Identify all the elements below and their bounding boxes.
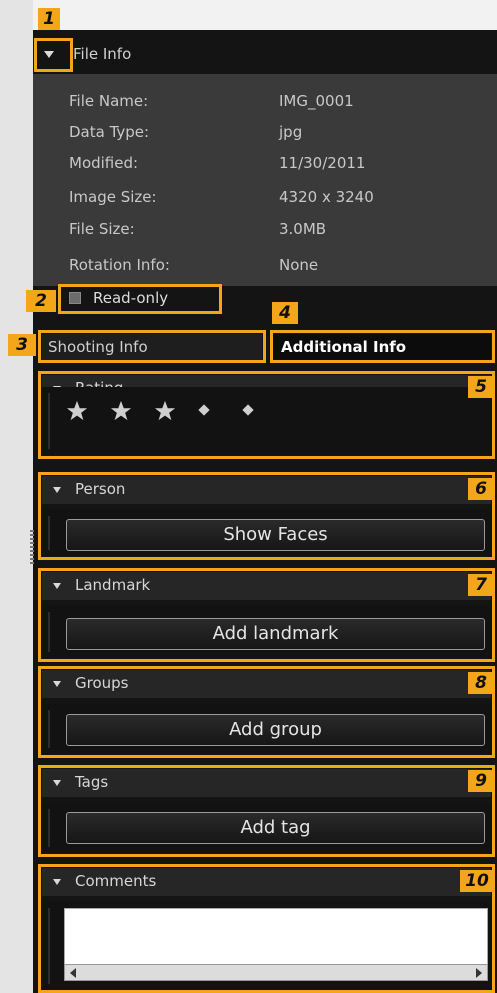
callout-number-10: 10	[460, 870, 494, 892]
callout-highlight-2	[58, 284, 222, 314]
callout-highlight-4	[270, 330, 495, 363]
callout-number-4: 4	[272, 302, 298, 324]
callout-highlight-6	[38, 472, 495, 560]
file-info-value: IMG_0001	[279, 92, 354, 110]
file-info-key: Data Type:	[69, 123, 150, 141]
callout-highlight-7	[38, 568, 495, 662]
file-info-value: 11/30/2011	[279, 154, 366, 172]
file-info-key: File Size:	[69, 220, 135, 238]
callout-highlight-3	[38, 330, 266, 363]
callout-number-5: 5	[468, 376, 494, 398]
callout-highlight-10	[38, 864, 495, 993]
callout-number-3: 3	[8, 334, 36, 356]
file-info-body: File Name: IMG_0001 Data Type: jpg Modif…	[33, 74, 497, 286]
callout-highlight-5	[38, 371, 495, 459]
callout-number-8: 8	[468, 672, 494, 694]
callout-number-7: 7	[468, 574, 494, 596]
callout-highlight-1	[34, 38, 73, 72]
file-info-key: Image Size:	[69, 188, 157, 206]
file-info-header[interactable]: File Info	[33, 36, 497, 72]
file-info-value: 3.0MB	[279, 220, 327, 238]
file-info-row: File Name: IMG_0001	[33, 88, 497, 114]
callout-number-6: 6	[468, 478, 494, 500]
file-info-key: Modified:	[69, 154, 139, 172]
file-info-row: Data Type: jpg	[33, 119, 497, 145]
file-info-row: Image Size: 4320 x 3240	[33, 184, 497, 210]
file-info-value: jpg	[279, 123, 303, 141]
callout-number-2: 2	[26, 290, 56, 312]
file-info-title: File Info	[73, 45, 132, 63]
callout-number-9: 9	[468, 770, 494, 792]
window-top-strip	[0, 0, 497, 30]
file-info-row: File Size: 3.0MB	[33, 216, 497, 242]
callout-highlight-8	[38, 666, 495, 758]
left-margin	[0, 0, 33, 993]
file-info-key: File Name:	[69, 92, 149, 110]
callout-highlight-9	[38, 765, 495, 857]
splitter-handle[interactable]	[30, 530, 34, 566]
file-info-value: 4320 x 3240	[279, 188, 374, 206]
file-info-row: Modified: 11/30/2011	[33, 150, 497, 176]
callout-number-1: 1	[38, 8, 60, 30]
file-info-value: None	[279, 256, 319, 274]
file-info-row: Rotation Info: None	[33, 252, 497, 278]
file-info-key: Rotation Info:	[69, 256, 170, 274]
